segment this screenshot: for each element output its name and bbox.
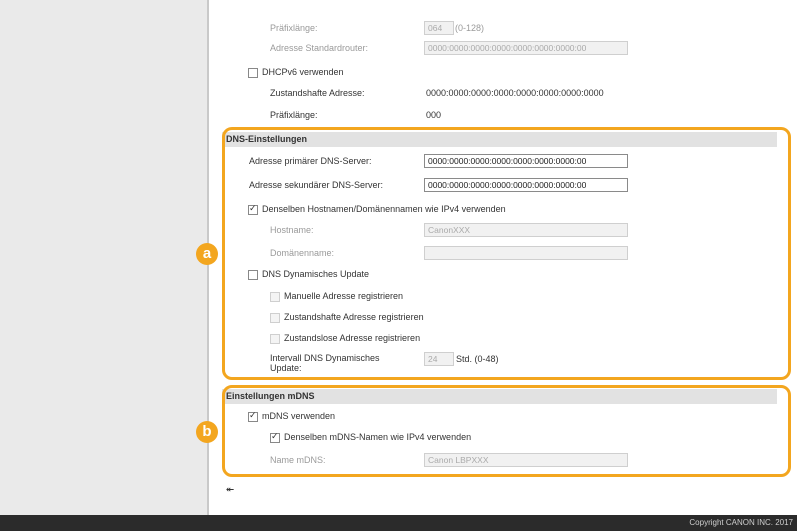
back-to-top-icon[interactable]: ⯬ — [226, 484, 234, 495]
prefix-length2-value: 000 — [426, 110, 442, 120]
stateful-address-label: Zustandshafte Adresse: — [270, 88, 365, 98]
footer-bar: Copyright CANON INC. 2017 — [0, 515, 797, 531]
stateful-address-value: 0000:0000:0000:0000:0000:0000:0000:0000 — [426, 88, 604, 98]
default-router-input[interactable]: 0000:0000:0000:0000:0000:0000:0000:00 — [424, 41, 628, 55]
left-panel — [0, 0, 207, 515]
callout-badge-a: a — [196, 243, 218, 265]
dhcpv6-checkbox[interactable] — [248, 68, 258, 78]
default-router-label: Adresse Standardrouter: — [270, 43, 369, 53]
dhcpv6-label: DHCPv6 verwenden — [262, 67, 344, 77]
prefix-length2-label: Präfixlänge: — [270, 110, 318, 120]
prefix-length-range: (0-128) — [455, 23, 485, 33]
callout-badge-b: b — [196, 421, 218, 443]
prefix-length-input[interactable]: 064 — [424, 21, 454, 35]
callout-frame-a — [222, 127, 791, 380]
callout-frame-b — [222, 385, 791, 477]
copyright-text: Copyright CANON INC. 2017 — [689, 518, 793, 527]
prefix-length-label: Präfixlänge: — [270, 23, 318, 33]
